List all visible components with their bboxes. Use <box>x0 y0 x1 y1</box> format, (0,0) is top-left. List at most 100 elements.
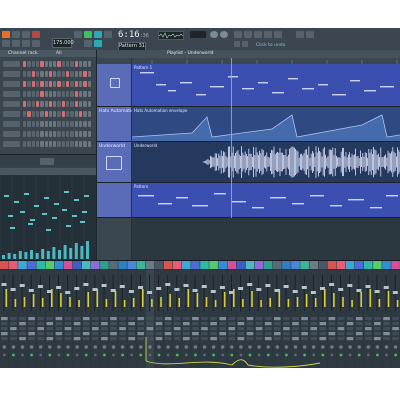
step-button[interactable] <box>27 111 31 117</box>
channel-rack-view-button[interactable] <box>94 40 102 47</box>
step-button[interactable] <box>31 141 35 147</box>
step-button[interactable] <box>87 131 91 137</box>
step-button[interactable] <box>78 71 83 77</box>
step-button[interactable] <box>23 141 27 147</box>
step-button[interactable] <box>66 121 70 127</box>
step-button[interactable] <box>48 71 53 77</box>
step-button[interactable] <box>40 91 44 97</box>
step-button[interactable] <box>48 121 53 127</box>
step-button[interactable] <box>44 71 48 77</box>
step-button[interactable] <box>31 81 35 87</box>
step-button[interactable] <box>78 81 83 87</box>
step-button[interactable] <box>53 131 57 137</box>
channel-button[interactable] <box>3 111 20 117</box>
step-button[interactable] <box>61 61 66 67</box>
step-button[interactable] <box>87 101 91 107</box>
step-button[interactable] <box>57 141 61 147</box>
step-button[interactable] <box>70 81 74 87</box>
step-button[interactable] <box>83 91 87 97</box>
playlist-lane-4[interactable]: Pattern <box>132 183 400 218</box>
tool-paint-button[interactable] <box>242 41 248 47</box>
step-button[interactable] <box>66 71 70 77</box>
step-button[interactable] <box>27 81 31 87</box>
step-button[interactable] <box>48 91 53 97</box>
step-button[interactable] <box>23 111 27 117</box>
step-button[interactable] <box>57 61 61 67</box>
step-button[interactable] <box>35 111 40 117</box>
step-button[interactable] <box>31 131 35 137</box>
step-button[interactable] <box>83 71 87 77</box>
step-button[interactable] <box>23 101 27 107</box>
step-button[interactable] <box>57 81 61 87</box>
step-button[interactable] <box>61 101 66 107</box>
channel-row[interactable] <box>3 139 93 149</box>
channel-row[interactable] <box>3 69 93 79</box>
step-button[interactable] <box>35 101 40 107</box>
step-button[interactable] <box>44 61 48 67</box>
step-button[interactable] <box>66 131 70 137</box>
track-header-2[interactable]: Hats Automation <box>97 107 137 142</box>
add-channel-button[interactable] <box>40 158 54 165</box>
step-button[interactable] <box>57 101 61 107</box>
step-button[interactable] <box>31 101 35 107</box>
step-button[interactable] <box>74 71 78 77</box>
step-button[interactable] <box>74 131 78 137</box>
step-button[interactable] <box>53 121 57 127</box>
step-button[interactable] <box>61 141 66 147</box>
step-button[interactable] <box>31 121 35 127</box>
playhead[interactable] <box>231 58 232 218</box>
step-button[interactable] <box>57 111 61 117</box>
step-button[interactable] <box>48 131 53 137</box>
step-button[interactable] <box>53 101 57 107</box>
channel-row[interactable] <box>3 99 93 109</box>
step-button[interactable] <box>53 71 57 77</box>
step-button[interactable] <box>66 101 70 107</box>
news-button[interactable] <box>296 31 304 38</box>
step-button[interactable] <box>61 91 66 97</box>
step-button[interactable] <box>35 81 40 87</box>
step-button[interactable] <box>74 111 78 117</box>
step-button[interactable] <box>83 61 87 67</box>
step-button[interactable] <box>83 131 87 137</box>
playlist-lane-empty[interactable] <box>132 218 400 261</box>
step-button[interactable] <box>78 121 83 127</box>
step-button[interactable] <box>70 91 74 97</box>
online-button[interactable] <box>306 31 314 38</box>
step-button[interactable] <box>53 141 57 147</box>
record-button[interactable] <box>32 31 40 38</box>
step-button[interactable] <box>44 121 48 127</box>
master-volume-knob[interactable] <box>210 31 218 38</box>
channel-button[interactable] <box>3 121 20 127</box>
settings-button[interactable] <box>264 31 272 38</box>
step-button[interactable] <box>70 71 74 77</box>
step-button[interactable] <box>87 111 91 117</box>
step-button[interactable] <box>44 141 48 147</box>
save-button[interactable] <box>244 31 252 38</box>
channel-button[interactable] <box>3 61 20 67</box>
step-button[interactable] <box>87 61 91 67</box>
step-button[interactable] <box>87 71 91 77</box>
undo-button[interactable] <box>234 31 242 38</box>
step-button[interactable] <box>40 141 44 147</box>
play-button[interactable] <box>12 31 20 38</box>
step-button[interactable] <box>53 91 57 97</box>
step-button[interactable] <box>78 61 83 67</box>
step-button[interactable] <box>66 111 70 117</box>
step-button[interactable] <box>70 131 74 137</box>
step-button[interactable] <box>70 111 74 117</box>
step-button[interactable] <box>40 71 44 77</box>
channel-row[interactable] <box>3 59 93 69</box>
step-button[interactable] <box>83 101 87 107</box>
step-button[interactable] <box>27 121 31 127</box>
step-button[interactable] <box>35 121 40 127</box>
step-button[interactable] <box>74 61 78 67</box>
step-button[interactable] <box>74 141 78 147</box>
mixer-view-button[interactable] <box>84 40 92 47</box>
channel-button[interactable] <box>3 141 20 147</box>
step-button[interactable] <box>53 111 57 117</box>
playlist-lane-1[interactable]: Pattern 1 <box>132 64 400 107</box>
step-button[interactable] <box>23 81 27 87</box>
step-button[interactable] <box>83 111 87 117</box>
loop-record-button[interactable] <box>32 40 40 47</box>
step-button[interactable] <box>23 61 27 67</box>
